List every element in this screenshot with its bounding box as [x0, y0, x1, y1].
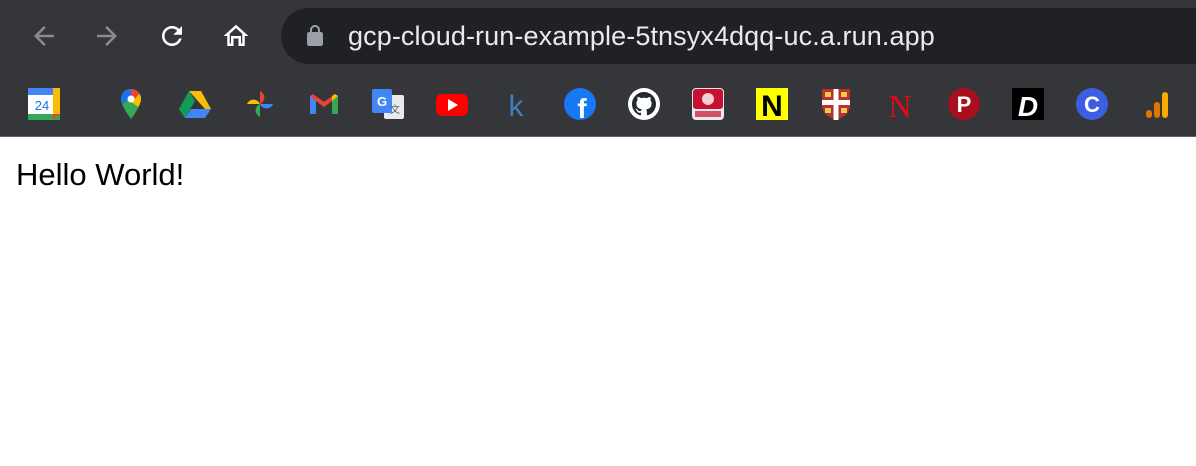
- home-button[interactable]: [217, 17, 255, 55]
- lock-icon[interactable]: [303, 24, 327, 48]
- google-translate-icon: G 文: [372, 89, 404, 119]
- bookmarks-bar: 24 G 文 k f N N P D C: [0, 72, 1196, 136]
- d-letter: D: [1018, 91, 1038, 122]
- bookmark-d-site[interactable]: D: [1010, 86, 1046, 122]
- google-calendar-icon: 24: [28, 88, 60, 120]
- svg-text:G: G: [377, 94, 387, 109]
- calendar-date: 24: [35, 98, 49, 113]
- bookmark-news-site[interactable]: [690, 86, 726, 122]
- k-site-icon: k: [509, 90, 525, 122]
- analytics-icon: [1146, 92, 1168, 118]
- bookmark-netflix[interactable]: N: [882, 86, 918, 122]
- forward-arrow-icon: [97, 26, 117, 46]
- browser-chrome: gcp-cloud-run-example-5tnsyx4dqq-uc.a.ru…: [0, 0, 1196, 137]
- c-site-icon: C: [1076, 88, 1108, 120]
- hello-world-text: Hello World!: [16, 157, 185, 192]
- bookmark-k-site[interactable]: k: [498, 86, 534, 122]
- crest-site-icon: [822, 89, 850, 120]
- svg-text:文: 文: [390, 103, 400, 116]
- facebook-letter: f: [577, 93, 587, 122]
- reload-icon: [162, 26, 182, 46]
- d-site-icon: D: [1012, 88, 1044, 122]
- p-site-icon: P: [948, 88, 980, 120]
- bookmark-p-site[interactable]: P: [946, 86, 982, 122]
- bookmark-c-site[interactable]: C: [1074, 86, 1110, 122]
- netflix-icon: N: [888, 88, 911, 122]
- news-site-icon: [692, 88, 724, 120]
- p-letter: P: [957, 92, 972, 117]
- bookmark-gmail[interactable]: [306, 86, 342, 122]
- back-arrow-icon: [34, 26, 54, 46]
- google-drive-icon: [179, 91, 211, 118]
- bookmark-google-maps[interactable]: [113, 86, 149, 122]
- google-maps-icon: [121, 89, 141, 119]
- bookmark-github[interactable]: [626, 86, 662, 122]
- bookmark-crest-site[interactable]: [818, 86, 854, 122]
- n-letter: N: [761, 90, 783, 122]
- home-icon: [223, 24, 249, 46]
- bookmark-google-photos[interactable]: [242, 86, 278, 122]
- github-icon: [628, 88, 660, 120]
- bookmark-analytics[interactable]: [1138, 86, 1174, 122]
- bookmark-youtube[interactable]: [434, 86, 470, 122]
- page-content: Hello World!: [0, 137, 1196, 466]
- url-text[interactable]: gcp-cloud-run-example-5tnsyx4dqq-uc.a.ru…: [348, 20, 935, 52]
- c-letter: C: [1084, 92, 1100, 117]
- browser-toolbar: gcp-cloud-run-example-5tnsyx4dqq-uc.a.ru…: [0, 0, 1196, 72]
- bookmark-google-calendar[interactable]: 24: [26, 86, 62, 122]
- reload-button[interactable]: [153, 17, 191, 55]
- google-photos-icon: [247, 91, 273, 117]
- bookmark-google-translate[interactable]: G 文: [370, 86, 406, 122]
- gmail-icon: [310, 94, 338, 114]
- back-button[interactable]: [25, 17, 63, 55]
- k-letter: k: [509, 90, 525, 122]
- address-bar[interactable]: gcp-cloud-run-example-5tnsyx4dqq-uc.a.ru…: [281, 8, 1196, 64]
- bookmark-facebook[interactable]: f: [562, 86, 598, 122]
- n-site-icon: N: [756, 88, 788, 122]
- bookmark-google-drive[interactable]: [177, 86, 213, 122]
- youtube-icon: [436, 94, 468, 116]
- facebook-icon: f: [564, 88, 596, 122]
- netflix-letter: N: [888, 88, 911, 122]
- bookmark-n-site[interactable]: N: [754, 86, 790, 122]
- forward-button[interactable]: [88, 17, 126, 55]
